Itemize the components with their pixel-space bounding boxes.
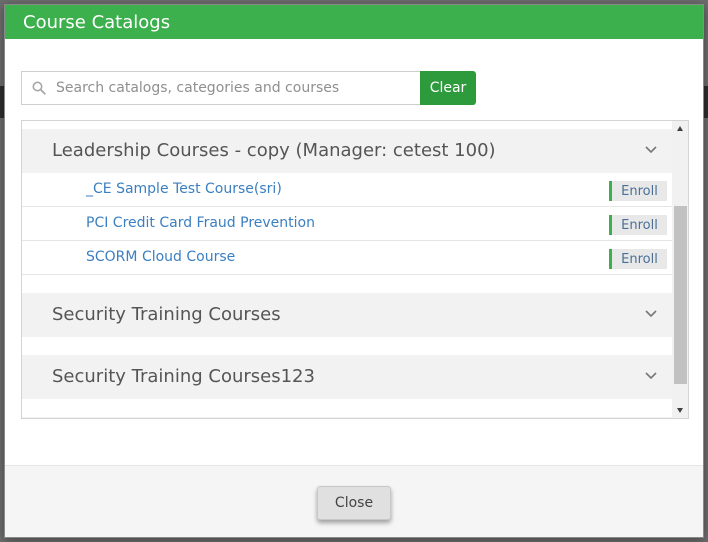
course-row: SCORM Cloud Course Enroll	[22, 241, 672, 275]
scrollbar[interactable]	[672, 121, 688, 418]
catalog-title: Leadership Courses - copy (Manager: cete…	[52, 140, 496, 161]
modal-title: Course Catalogs	[23, 12, 171, 33]
search-input[interactable]	[56, 73, 416, 103]
close-button[interactable]: Close	[317, 486, 391, 520]
course-row: PCI Credit Card Fraud Prevention Enroll	[22, 207, 672, 241]
course-link[interactable]: PCI Credit Card Fraud Prevention	[86, 215, 315, 231]
catalog-header-partial	[22, 417, 672, 418]
course-link[interactable]: _CE Sample Test Course(sri)	[86, 181, 282, 197]
chevron-down-icon[interactable]	[644, 371, 658, 381]
search-box	[21, 71, 420, 105]
scroll-thumb[interactable]	[674, 206, 687, 384]
course-catalogs-modal: Course Catalogs Clear Leadership Courses…	[4, 4, 704, 538]
scroll-down-arrow-icon[interactable]	[677, 408, 683, 413]
search-icon	[32, 81, 46, 95]
enroll-button[interactable]: Enroll	[609, 215, 667, 235]
catalog-header-security[interactable]: Security Training Courses	[22, 293, 672, 337]
modal-header: Course Catalogs	[5, 5, 703, 39]
course-row: _CE Sample Test Course(sri) Enroll	[22, 173, 672, 207]
scroll-up-arrow-icon[interactable]	[677, 126, 683, 131]
catalog-list[interactable]: Leadership Courses - copy (Manager: cete…	[22, 121, 672, 418]
catalog-header-leadership[interactable]: Leadership Courses - copy (Manager: cete…	[22, 129, 672, 173]
enroll-button[interactable]: Enroll	[609, 249, 667, 269]
chevron-down-icon[interactable]	[644, 145, 658, 155]
course-link[interactable]: SCORM Cloud Course	[86, 249, 235, 265]
catalog-header-security-123[interactable]: Security Training Courses123	[22, 355, 672, 399]
chevron-down-icon[interactable]	[644, 309, 658, 319]
modal-footer: Close	[5, 465, 703, 537]
clear-button[interactable]: Clear	[420, 71, 476, 105]
enroll-button[interactable]: Enroll	[609, 181, 667, 201]
catalog-title: Security Training Courses123	[52, 366, 315, 387]
catalog-panel: Leadership Courses - copy (Manager: cete…	[21, 120, 689, 419]
catalog-title: Security Training Courses	[52, 304, 281, 325]
